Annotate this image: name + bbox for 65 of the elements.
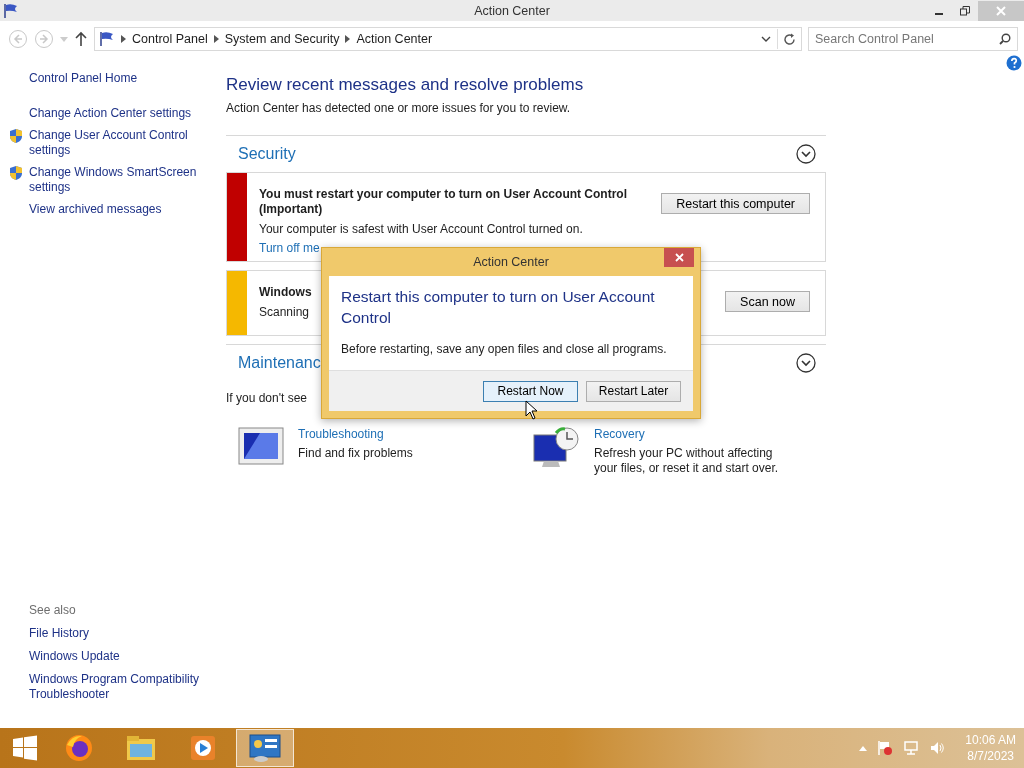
- section-header[interactable]: Security: [226, 135, 826, 172]
- hint-text: If you don't see: [226, 391, 307, 405]
- message-title: Windows: [259, 285, 312, 300]
- message-detail: Your computer is safest with User Account Control turned on.: [259, 222, 583, 236]
- see-also-link[interactable]: File History: [29, 626, 209, 641]
- dialog-title: Action Center: [473, 255, 549, 269]
- action-button[interactable]: Scan now: [725, 291, 810, 312]
- monitor-icon: [238, 427, 284, 465]
- message-detail: Scanning: [259, 305, 310, 319]
- sidebar-link[interactable]: Change Action Center settings: [29, 106, 214, 121]
- up-button[interactable]: [74, 31, 88, 47]
- minimize-icon: [935, 12, 943, 15]
- search-field[interactable]: Search Control Panel: [808, 27, 1018, 51]
- date-text: 8/7/2023: [967, 748, 1014, 764]
- dropdown-icon[interactable]: [761, 36, 771, 42]
- help-icon[interactable]: [1006, 55, 1022, 71]
- cursor-icon: [525, 400, 538, 420]
- chevron-down-icon[interactable]: [796, 144, 816, 164]
- section-title: Maintenanc: [238, 354, 321, 372]
- dialog-message: Before restarting, save any open files and close all programs.: [341, 342, 667, 356]
- message-title: You must restart your computer to turn on User Account Control (Important): [259, 187, 629, 217]
- chevron-down-icon[interactable]: [796, 353, 816, 373]
- intro-text: Action Center has detected one or more issues for you to review.: [226, 101, 571, 115]
- flag-warning-icon[interactable]: [877, 740, 894, 756]
- address-bar[interactable]: Control Panel System and Security Action Center: [94, 27, 802, 51]
- time-text: 10:06 AM: [965, 732, 1016, 748]
- breadcrumb-arrow-icon[interactable]: [213, 35, 219, 43]
- sidebar-link[interactable]: Change User Account Control settings: [29, 128, 214, 158]
- restore-icon: [960, 5, 970, 16]
- tool-link[interactable]: Troubleshooting: [298, 427, 488, 442]
- close-button[interactable]: [664, 248, 694, 267]
- tool-description: Refresh your PC without affecting your files, or reset it and start over.: [594, 446, 780, 476]
- see-also-link[interactable]: Windows Update: [29, 649, 209, 664]
- dialog-heading: Restart this computer to turn on User Account Control: [341, 287, 656, 328]
- dialog-button[interactable]: Restart Later: [586, 380, 681, 402]
- shield-icon: [8, 128, 24, 144]
- flag-icon: [99, 31, 115, 47]
- section-title: Security: [238, 145, 296, 163]
- page-heading: Review recent messages and resolve problems: [226, 75, 585, 95]
- close-icon: [996, 5, 1006, 16]
- breadcrumb[interactable]: System and Security: [224, 32, 340, 46]
- flag-icon: [3, 2, 19, 19]
- breadcrumb-arrow-icon[interactable]: [345, 35, 351, 43]
- sidebar-link[interactable]: View archived messages: [29, 202, 214, 217]
- action-button[interactable]: Restart this computer: [661, 193, 810, 214]
- close-icon: [674, 253, 684, 262]
- firefox-icon: [64, 733, 94, 763]
- folder-icon: [126, 735, 156, 761]
- see-also-heading: See also: [29, 603, 77, 617]
- refresh-icon: [783, 32, 796, 46]
- sidebar-link[interactable]: Control Panel Home: [29, 71, 214, 86]
- breadcrumb[interactable]: Action Center: [356, 32, 433, 46]
- see-also-link[interactable]: Windows Program Compatibility Troubleshooter: [29, 672, 209, 702]
- window-title: Action Center: [474, 3, 550, 18]
- shield-icon: [8, 165, 24, 181]
- taskbar-app[interactable]: [236, 729, 294, 767]
- tool-description: Find and fix problems: [298, 446, 414, 461]
- tool-link[interactable]: Recovery: [594, 427, 784, 442]
- control-panel-icon: [249, 734, 281, 762]
- breadcrumb-arrow-icon[interactable]: [121, 35, 126, 43]
- media-player-icon: [190, 735, 216, 761]
- dialog-button[interactable]: Restart Now: [483, 380, 578, 402]
- sidebar-link[interactable]: Change Windows SmartScreen settings: [29, 165, 214, 195]
- search-icon[interactable]: [999, 33, 1011, 45]
- breadcrumb[interactable]: Control Panel: [132, 32, 208, 46]
